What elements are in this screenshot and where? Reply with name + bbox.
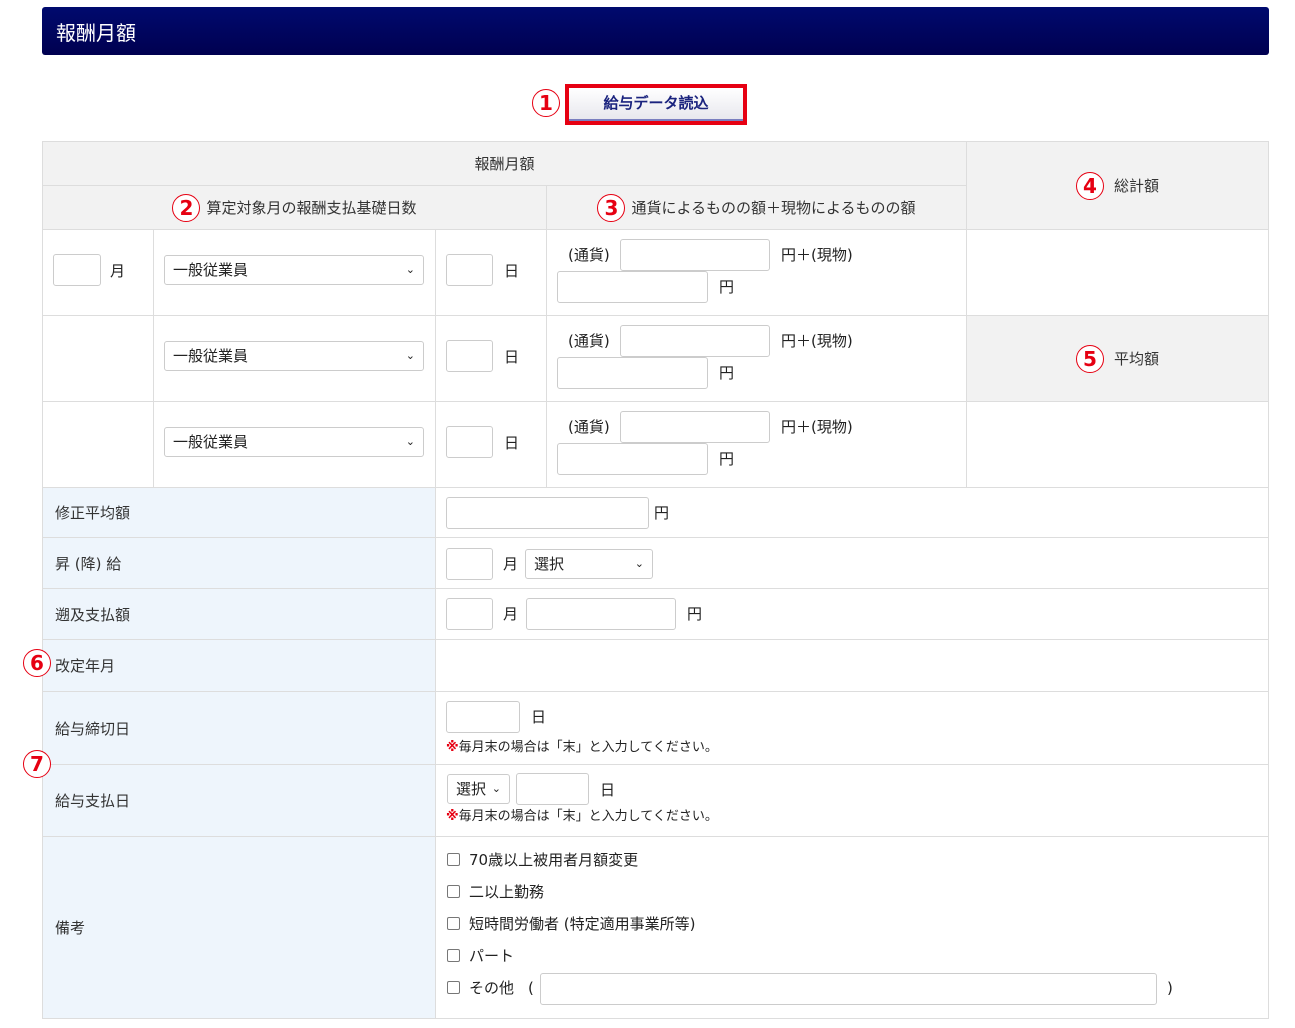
plus-goods-label: 円＋(現物): [781, 246, 853, 264]
header-main: 報酬月額: [42, 141, 967, 186]
chevron-down-icon: ⌄: [634, 557, 644, 570]
note-text: 毎月末の場合は「末」と入力してください。: [458, 740, 718, 755]
day-unit: 日: [504, 262, 520, 280]
header-total-label: 総計額: [1113, 177, 1159, 195]
chevron-down-icon: ⌄: [405, 349, 415, 362]
average-value: [966, 401, 1269, 488]
currency-input-1[interactable]: [620, 239, 770, 271]
corrected-avg-input[interactable]: [446, 497, 649, 529]
revision-label: 改定年月: [42, 639, 436, 692]
days-input-2[interactable]: [446, 340, 493, 372]
retro-amount-input[interactable]: [526, 598, 676, 630]
note-mark: ※: [446, 740, 459, 755]
remarks-option: その他: [469, 979, 515, 997]
yen-unit: 円: [687, 605, 703, 623]
raise-select-value: 選択: [534, 555, 565, 573]
days-input-1[interactable]: [446, 254, 493, 286]
currency-label: (通貨): [568, 246, 610, 264]
payday-select-value: 選択: [456, 780, 487, 798]
remarks-option: パート: [469, 947, 515, 965]
remarks-other-input[interactable]: [540, 973, 1157, 1005]
employee-type-value: 一般従業員: [173, 347, 249, 365]
plus-goods-label: 円＋(現物): [781, 418, 853, 436]
days-input-3[interactable]: [446, 426, 493, 458]
remarks-checkbox-part[interactable]: [447, 949, 460, 962]
closing-day-input[interactable]: [446, 701, 520, 733]
note-text: 毎月末の場合は「末」と入力してください。: [458, 809, 718, 824]
month-unit: 月: [503, 605, 519, 623]
annotation-7: 7: [23, 750, 51, 778]
raise-label: 昇 (降) 給: [42, 537, 436, 589]
header-average: 5 平均額: [966, 315, 1269, 402]
load-salary-data-button[interactable]: 給与データ読込: [569, 88, 743, 121]
remarks-option: 二以上勤務: [469, 883, 545, 901]
close-paren: ): [1167, 979, 1173, 997]
page-title: 報酬月額: [42, 7, 1269, 55]
header-amount: 3 通貨によるものの額＋現物によるものの額: [546, 185, 967, 230]
remarks-checkbox-short-time[interactable]: [447, 917, 460, 930]
day-unit: 日: [600, 781, 616, 799]
month-unit: 月: [503, 555, 519, 573]
currency-label: (通貨): [568, 418, 610, 436]
remarks-option: 短時間労働者 (特定適用事業所等): [469, 915, 696, 933]
remarks-checkbox-other[interactable]: [447, 981, 460, 994]
remarks-checkbox-70plus[interactable]: [447, 853, 460, 866]
remarks-checkbox-multi[interactable]: [447, 885, 460, 898]
closing-note: ※毎月末の場合は「末」と入力してください。: [446, 736, 718, 755]
day-unit: 日: [504, 348, 520, 366]
employee-type-value: 一般従業員: [173, 261, 249, 279]
month-unit: 月: [110, 262, 126, 280]
retro-label: 遡及支払額: [42, 588, 436, 640]
annotation-5: 5: [1075, 344, 1104, 373]
header-average-label: 平均額: [1113, 350, 1159, 368]
total-value: [966, 229, 1269, 316]
currency-input-2[interactable]: [620, 325, 770, 357]
chevron-down-icon: ⌄: [405, 435, 415, 448]
payday-day-input[interactable]: [516, 773, 589, 805]
yen-unit: 円: [654, 504, 670, 522]
retro-month-input[interactable]: [446, 598, 493, 630]
header-amount-label: 通貨によるものの額＋現物によるものの額: [631, 199, 916, 217]
payday-label: 給与支払日: [42, 764, 436, 837]
month-input[interactable]: [53, 254, 101, 286]
currency-input-3[interactable]: [620, 411, 770, 443]
goods-input-3[interactable]: [557, 443, 708, 475]
employee-type-select-1[interactable]: 一般従業員 ⌄: [164, 255, 424, 285]
annotation-6: 6: [23, 649, 51, 677]
open-paren: (: [528, 979, 534, 997]
plus-goods-label: 円＋(現物): [781, 332, 853, 350]
remarks-option: 70歳以上被用者月額変更: [469, 851, 639, 869]
employee-type-select-3[interactable]: 一般従業員 ⌄: [164, 427, 424, 457]
yen-unit: 円: [719, 364, 735, 382]
corrected-avg-label: 修正平均額: [42, 487, 436, 538]
annotation-1: 1: [532, 89, 560, 117]
remarks-label: 備考: [42, 836, 436, 1019]
note-mark: ※: [446, 809, 459, 824]
raise-month-input[interactable]: [446, 548, 493, 580]
annotation-4: 4: [1075, 171, 1104, 200]
header-days-label: 算定対象月の報酬支払基礎日数: [206, 199, 417, 217]
header-main-label: 報酬月額: [474, 155, 535, 173]
closing-label: 給与締切日: [42, 691, 436, 765]
load-button-highlight: 給与データ読込: [565, 84, 747, 125]
yen-unit: 円: [719, 278, 735, 296]
employee-type-value: 一般従業員: [173, 433, 249, 451]
chevron-down-icon: ⌄: [405, 263, 415, 276]
chevron-down-icon: ⌄: [491, 782, 501, 795]
revision-cell: [435, 639, 1269, 692]
annotation-2: 2: [172, 193, 201, 222]
annotation-3: 3: [597, 193, 626, 222]
payday-note: ※毎月末の場合は「末」と入力してください。: [446, 805, 718, 824]
day-unit: 日: [531, 708, 547, 726]
yen-unit: 円: [719, 450, 735, 468]
day-unit: 日: [504, 434, 520, 452]
header-total: 4 総計額: [966, 141, 1269, 230]
raise-select[interactable]: 選択 ⌄: [525, 549, 653, 579]
goods-input-1[interactable]: [557, 271, 708, 303]
employee-type-select-2[interactable]: 一般従業員 ⌄: [164, 341, 424, 371]
goods-input-2[interactable]: [557, 357, 708, 389]
currency-label: (通貨): [568, 332, 610, 350]
header-days: 2 算定対象月の報酬支払基礎日数: [42, 185, 547, 230]
payday-select[interactable]: 選択 ⌄: [447, 774, 510, 804]
